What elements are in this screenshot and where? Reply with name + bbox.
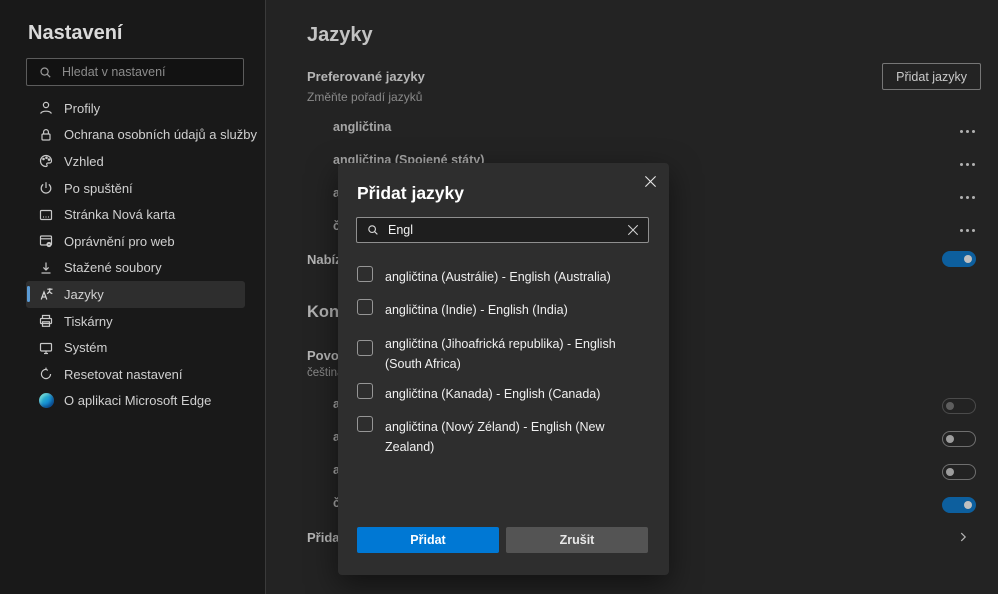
language-option[interactable]: angličtina (Austrálie) - English (Austra… xyxy=(357,266,643,287)
sidebar-item-nova-karta[interactable]: Stránka Nová karta xyxy=(26,201,245,228)
sidebar-item-po-spusteni[interactable]: Po spuštění xyxy=(26,175,245,202)
site-permissions-icon xyxy=(38,233,54,249)
language-option-label: angličtina (Austrálie) - English (Austra… xyxy=(385,270,611,284)
language-option-label: angličtina (Kanada) - English (Canada) xyxy=(385,387,601,401)
language-option-label: angličtina (Indie) - English (India) xyxy=(385,303,568,317)
dialog-title: Přidat jazyky xyxy=(357,183,464,203)
language-option[interactable]: angličtina (Kanada) - English (Canada) xyxy=(357,383,643,404)
settings-search-input[interactable] xyxy=(62,65,233,79)
edge-settings-window: Nastavení Profily xyxy=(0,0,998,594)
settings-sidebar: Nastavení Profily xyxy=(0,0,266,594)
sidebar-item-label: Resetovat nastavení xyxy=(64,366,183,382)
preferred-languages-heading: Preferované jazyky xyxy=(307,69,425,84)
close-icon[interactable] xyxy=(641,172,659,190)
sidebar-item-profily[interactable]: Profily xyxy=(26,95,245,122)
sidebar-item-o-aplikaci[interactable]: O aplikaci Microsoft Edge xyxy=(26,388,245,415)
settings-title: Nastavení xyxy=(28,22,123,44)
sidebar-item-vzhled[interactable]: Vzhled xyxy=(26,148,245,175)
spellcheck-toggle[interactable] xyxy=(942,431,976,447)
sidebar-item-system[interactable]: Systém xyxy=(26,334,245,361)
language-row: angličtina xyxy=(333,120,392,134)
more-options-icon[interactable] xyxy=(960,190,975,204)
add-languages-dialog: Přidat jazyky angličtina (Austrálie) - E… xyxy=(338,163,669,575)
more-options-icon[interactable] xyxy=(960,223,975,237)
checkbox[interactable] xyxy=(357,266,373,282)
sidebar-item-stazene-soubory[interactable]: Stažené soubory xyxy=(26,255,245,282)
monitor-icon xyxy=(38,340,54,356)
checkbox[interactable] xyxy=(357,299,373,315)
add-languages-button[interactable]: Přidat jazyky xyxy=(882,63,981,90)
offer-translation-toggle[interactable] xyxy=(942,251,976,267)
dialog-add-button[interactable]: Přidat xyxy=(357,527,499,553)
sidebar-item-opravneni-web[interactable]: Oprávnění pro web xyxy=(26,228,245,255)
new-tab-page-icon xyxy=(38,207,54,223)
sidebar-item-ochrana-udaju[interactable]: Ochrana osobních údajů a služby xyxy=(26,122,257,149)
language-option-label: angličtina (Nový Zéland) - English (New … xyxy=(385,420,605,454)
sidebar-item-label: Profily xyxy=(64,100,101,116)
more-options-icon[interactable] xyxy=(960,157,975,171)
dialog-search-box[interactable] xyxy=(356,217,649,243)
settings-search-box[interactable] xyxy=(26,58,244,86)
palette-icon xyxy=(38,153,54,169)
download-icon xyxy=(38,260,54,276)
sidebar-item-resetovat[interactable]: Resetovat nastavení xyxy=(26,361,245,388)
translate-icon xyxy=(38,286,54,302)
language-option[interactable]: angličtina (Nový Zéland) - English (New … xyxy=(357,416,643,457)
person-icon xyxy=(38,100,54,116)
search-icon xyxy=(366,223,380,237)
language-option[interactable]: angličtina (Indie) - English (India) xyxy=(357,299,643,320)
search-icon xyxy=(37,64,53,80)
sidebar-nav: Profily Ochrana osobních údajů a služby … xyxy=(26,95,257,415)
page-title: Jazyky xyxy=(307,24,373,46)
checkbox[interactable] xyxy=(357,416,373,432)
sidebar-item-label: Jazyky xyxy=(64,286,104,302)
sidebar-item-label: O aplikaci Microsoft Edge xyxy=(64,393,212,409)
sidebar-item-tiskarny[interactable]: Tiskárny xyxy=(26,308,245,335)
clear-search-icon[interactable] xyxy=(627,224,639,236)
language-option[interactable]: angličtina (Jihoafrická republika) - Eng… xyxy=(357,334,643,374)
sidebar-item-label: Vzhled xyxy=(64,153,104,169)
spellcheck-toggle[interactable] xyxy=(942,398,976,414)
sidebar-item-label: Stažené soubory xyxy=(64,260,162,276)
offer-translation-label: Nabíz xyxy=(307,252,342,267)
checkbox[interactable] xyxy=(357,340,373,356)
power-icon xyxy=(38,180,54,196)
spellcheck-toggle[interactable] xyxy=(942,464,976,480)
chevron-right-icon[interactable] xyxy=(956,530,970,549)
dialog-cancel-button[interactable]: Zrušit xyxy=(506,527,648,553)
edge-logo-icon xyxy=(38,393,54,409)
preferred-languages-subheading: Změňte pořadí jazyků xyxy=(307,90,423,104)
more-options-icon[interactable] xyxy=(960,124,975,138)
checkbox[interactable] xyxy=(357,383,373,399)
sidebar-item-label: Oprávnění pro web xyxy=(64,233,175,249)
printer-icon xyxy=(38,313,54,329)
sidebar-item-label: Tiskárny xyxy=(64,313,113,329)
sidebar-item-label: Ochrana osobních údajů a služby xyxy=(64,127,257,143)
sidebar-item-label: Systém xyxy=(64,340,108,356)
language-option-label: angličtina (Jihoafrická republika) - Eng… xyxy=(385,337,616,371)
lock-icon xyxy=(38,127,54,143)
sidebar-item-jazyky[interactable]: Jazyky xyxy=(26,281,245,308)
spellcheck-heading: Kon xyxy=(307,303,340,321)
sidebar-item-label: Stránka Nová karta xyxy=(64,207,176,223)
sidebar-item-label: Po spuštění xyxy=(64,180,133,196)
spellcheck-toggle[interactable] xyxy=(942,497,976,513)
dialog-search-input[interactable] xyxy=(388,223,619,237)
reset-icon xyxy=(38,366,54,382)
